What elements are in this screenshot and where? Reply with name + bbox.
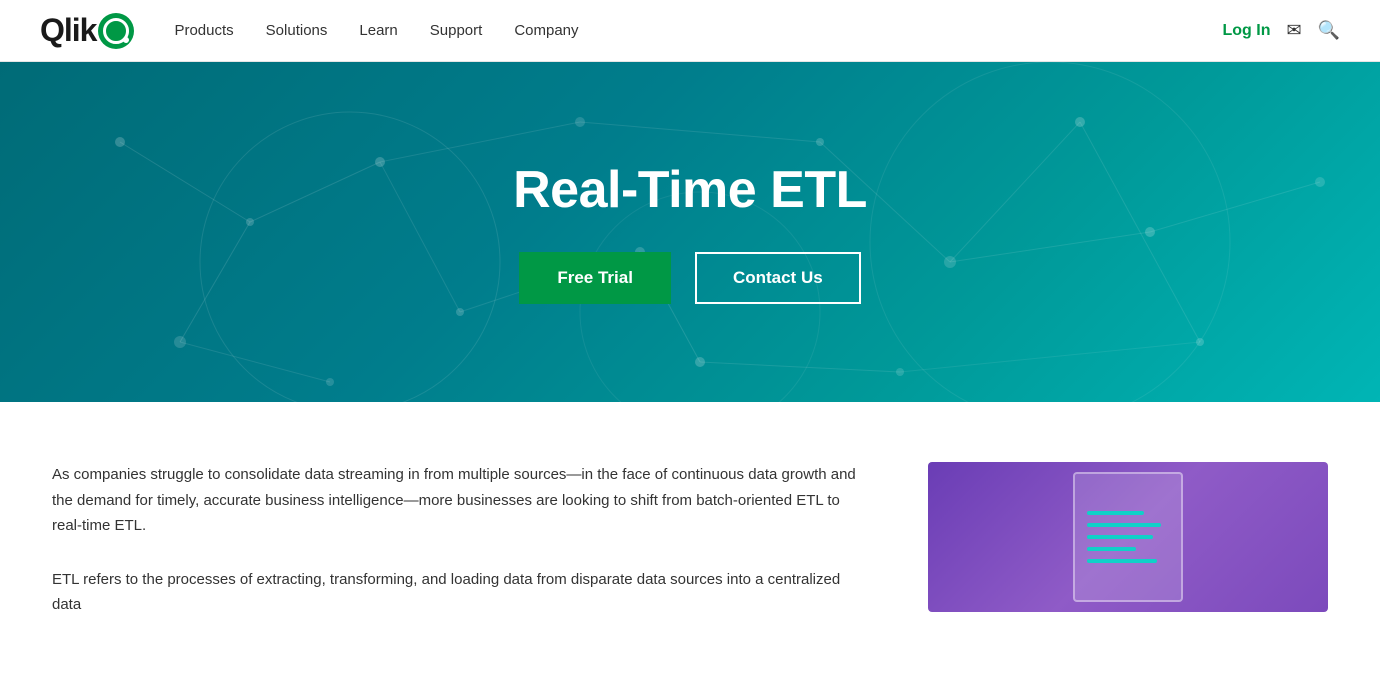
free-trial-button[interactable]: Free Trial (519, 252, 671, 304)
doc-line-3 (1087, 535, 1153, 539)
content-section: As companies struggle to consolidate dat… (0, 402, 1380, 686)
doc-line-5 (1087, 559, 1157, 563)
hero-title: Real-Time ETL (513, 160, 867, 220)
search-icon[interactable]: 🔍 (1318, 20, 1340, 41)
content-paragraph-1: As companies struggle to consolidate dat… (52, 462, 868, 539)
logo-text: Qlik (40, 12, 96, 49)
mail-icon[interactable]: ✉ (1286, 20, 1301, 41)
nav-right: Log In ✉ 🔍 (1223, 20, 1341, 41)
contact-us-button[interactable]: Contact Us (695, 252, 861, 304)
nav-support[interactable]: Support (430, 22, 483, 39)
nav-company[interactable]: Company (514, 22, 578, 39)
doc-illustration (1073, 472, 1183, 602)
doc-line-1 (1087, 511, 1144, 515)
content-image (928, 462, 1328, 612)
hero-section: Real-Time ETL Free Trial Contact Us (0, 62, 1380, 402)
logo[interactable]: Qlik (40, 12, 134, 49)
doc-line-2 (1087, 523, 1161, 527)
nav-solutions[interactable]: Solutions (266, 22, 328, 39)
navbar: Qlik Products Solutions Learn Support Co… (0, 0, 1380, 62)
nav-learn[interactable]: Learn (359, 22, 397, 39)
content-text: As companies struggle to consolidate dat… (52, 462, 868, 646)
hero-content: Real-Time ETL Free Trial Contact Us (513, 160, 867, 304)
content-paragraph-2: ETL refers to the processes of extractin… (52, 567, 868, 618)
hero-buttons: Free Trial Contact Us (519, 252, 860, 304)
logo-icon (98, 13, 134, 49)
nav-links: Products Solutions Learn Support Company (174, 22, 1222, 39)
doc-line-4 (1087, 547, 1136, 551)
login-button[interactable]: Log In (1223, 22, 1271, 40)
nav-products[interactable]: Products (174, 22, 233, 39)
